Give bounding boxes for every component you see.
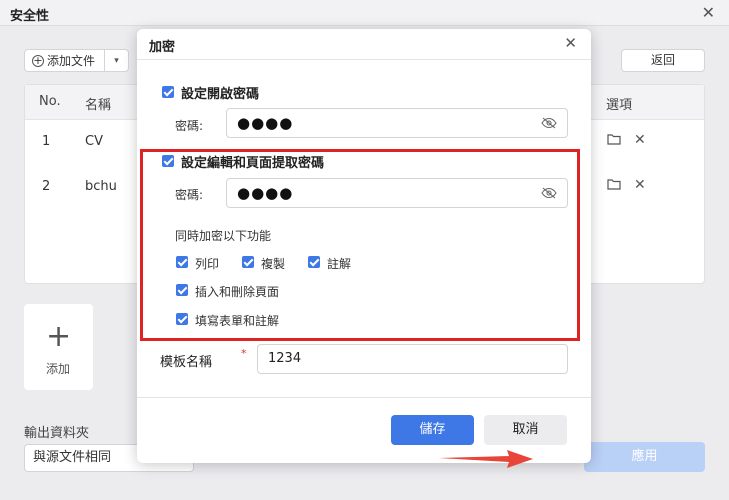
open-password-value: ●●●● [237, 114, 294, 132]
feature-fill-forms-checkbox[interactable] [176, 313, 188, 325]
feature-print-label: 列印 [195, 257, 220, 271]
template-name-input[interactable]: 1234 [257, 344, 568, 374]
edit-password-checkbox[interactable] [162, 155, 174, 167]
column-header-options: 選項 [606, 98, 633, 113]
return-button[interactable]: 返回 [621, 49, 705, 72]
chevron-down-icon[interactable]: ▾ [105, 56, 128, 66]
open-password-label: 設定開啟密碼 [181, 87, 260, 102]
window-close-icon[interactable]: ✕ [702, 3, 715, 22]
feature-print-checkbox[interactable] [176, 256, 188, 268]
add-file-label: 添加文件 [47, 54, 96, 68]
template-name-label: 模板名稱 [160, 355, 213, 370]
column-header-no: No. [39, 94, 61, 109]
pointer-arrow-icon [439, 450, 533, 468]
edit-password-label: 設定編輯和頁面提取密碼 [181, 156, 325, 171]
feature-insert-delete-label: 插入和刪除頁面 [195, 285, 280, 299]
feature-copy-checkbox[interactable] [242, 256, 254, 268]
folder-icon[interactable] [607, 133, 621, 149]
add-file-button[interactable]: + 添加文件 [25, 50, 105, 71]
edit-password-field-label: 密碼: [175, 188, 204, 202]
window-title: 安全性 [10, 9, 50, 24]
also-encrypt-label: 同時加密以下功能 [175, 229, 272, 243]
row-1-name: CV [85, 134, 103, 149]
dialog-close-icon[interactable]: ✕ [564, 34, 577, 52]
open-password-field-label: 密碼: [175, 119, 204, 133]
output-folder-label: 輸出資料夾 [24, 426, 90, 441]
plus-icon: + [46, 319, 72, 354]
row-2-name: bchu [85, 179, 117, 194]
feature-fill-forms-label: 填寫表單和註解 [195, 314, 280, 328]
feature-annotate-label: 註解 [327, 257, 352, 271]
row-2-no: 2 [42, 179, 51, 194]
save-button[interactable]: 儲存 [391, 415, 474, 445]
add-file-split-button: + 添加文件 ▾ [24, 49, 129, 72]
feature-annotate-checkbox[interactable] [308, 256, 320, 268]
folder-icon[interactable] [607, 178, 621, 194]
feature-copy-label: 複製 [261, 257, 286, 271]
encrypt-dialog: 加密 ✕ 設定開啟密碼 密碼: ●●●● 設定編輯和頁面提取密碼 密碼: ●●●… [137, 29, 591, 468]
open-password-input[interactable]: ●●●● [226, 108, 568, 138]
dialog-title: 加密 [149, 40, 176, 55]
required-mark: * [241, 347, 247, 360]
plus-circle-icon: + [32, 53, 44, 67]
footer-divider [137, 397, 591, 398]
eye-slash-icon[interactable] [541, 187, 557, 199]
remove-icon[interactable]: ✕ [634, 132, 646, 148]
add-card-button[interactable]: + 添加 [24, 304, 93, 390]
column-header-name: 名稱 [85, 98, 112, 113]
remove-icon[interactable]: ✕ [634, 177, 646, 193]
window-titlebar: 安全性 ✕ [0, 0, 729, 26]
edit-password-input[interactable]: ●●●● [226, 178, 568, 208]
row-1-no: 1 [42, 134, 51, 149]
apply-button[interactable]: 應用 [584, 442, 705, 472]
eye-slash-icon[interactable] [541, 117, 557, 129]
feature-insert-delete-checkbox[interactable] [176, 284, 188, 296]
edit-password-value: ●●●● [237, 184, 294, 202]
open-password-checkbox[interactable] [162, 86, 174, 98]
dialog-header: 加密 ✕ [137, 29, 591, 60]
cancel-button[interactable]: 取消 [484, 415, 567, 445]
add-card-label: 添加 [46, 362, 71, 376]
